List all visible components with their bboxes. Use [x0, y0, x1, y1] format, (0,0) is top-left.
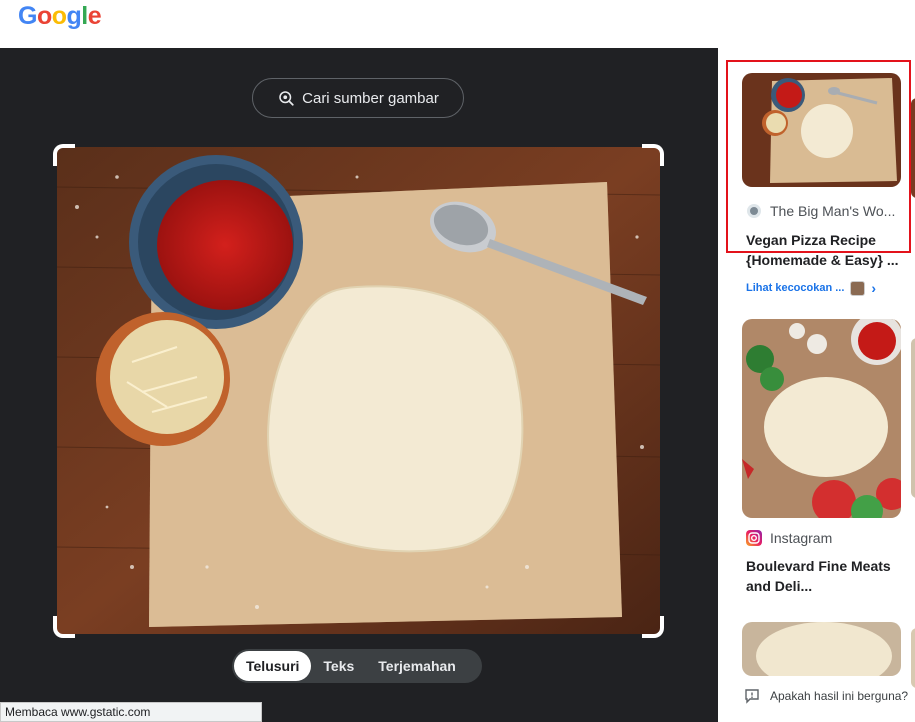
- image-panel: Cari sumber gambar Telusuri Teks Terjema…: [0, 48, 718, 722]
- logo-letter: g: [66, 2, 82, 30]
- tab-search[interactable]: Telusuri: [234, 651, 312, 681]
- match-thumbnail: [850, 280, 866, 296]
- find-image-source-button[interactable]: Cari sumber gambar: [252, 78, 464, 118]
- crop-handle-top-left[interactable]: [53, 144, 75, 166]
- crop-handle-bottom-left[interactable]: [53, 616, 75, 638]
- crop-handle-bottom-right[interactable]: [642, 616, 664, 638]
- feedback-prompt[interactable]: Apakah hasil ini berguna?: [744, 688, 908, 704]
- mode-tabs: Telusuri Teks Terjemahan: [232, 649, 482, 683]
- result-source: The Big Man's Wo...: [746, 203, 895, 219]
- result-title[interactable]: Boulevard Fine Meats and Deli...: [746, 556, 906, 596]
- logo-letter: o: [36, 2, 52, 30]
- see-matches-label: Lihat kecocokan ...: [746, 282, 845, 294]
- feedback-label: Apakah hasil ini berguna?: [770, 689, 909, 703]
- crop-handle-top-right[interactable]: [642, 144, 664, 166]
- lens-search-icon: [279, 91, 294, 106]
- tab-text[interactable]: Teks: [311, 651, 366, 681]
- find-image-source-label: Cari sumber gambar: [302, 89, 439, 107]
- result-thumbnail[interactable]: [742, 622, 901, 676]
- next-result-peek: [911, 338, 915, 498]
- next-result-peek: [911, 628, 915, 688]
- results-panel: The Big Man's Wo... Vegan Pizza Recipe {…: [718, 48, 915, 722]
- selected-result-highlight: [726, 60, 911, 253]
- next-result-peek: [911, 98, 915, 198]
- search-image: [57, 147, 660, 634]
- feedback-icon: [745, 689, 759, 704]
- see-matches-link[interactable]: Lihat kecocokan ... ›: [746, 280, 876, 296]
- site-favicon-icon: [747, 204, 761, 218]
- result-site-name: The Big Man's Wo...: [770, 203, 896, 219]
- result-title[interactable]: Vegan Pizza Recipe {Homemade & Easy} ...: [746, 230, 906, 270]
- result-thumbnail[interactable]: [742, 319, 901, 518]
- logo-letter: e: [87, 2, 102, 30]
- header: Google: [0, 0, 915, 48]
- google-logo[interactable]: Google: [18, 2, 102, 31]
- result-site-name: Instagram: [770, 530, 833, 546]
- logo-letter: G: [18, 2, 37, 30]
- tab-translate[interactable]: Terjemahan: [366, 651, 468, 681]
- instagram-icon: [746, 530, 762, 546]
- chevron-right-icon: ›: [871, 280, 877, 296]
- crop-frame[interactable]: [53, 144, 664, 638]
- browser-status-bar: Membaca www.gstatic.com: [0, 702, 262, 722]
- logo-letter: o: [51, 2, 67, 30]
- result-source: Instagram: [746, 530, 832, 546]
